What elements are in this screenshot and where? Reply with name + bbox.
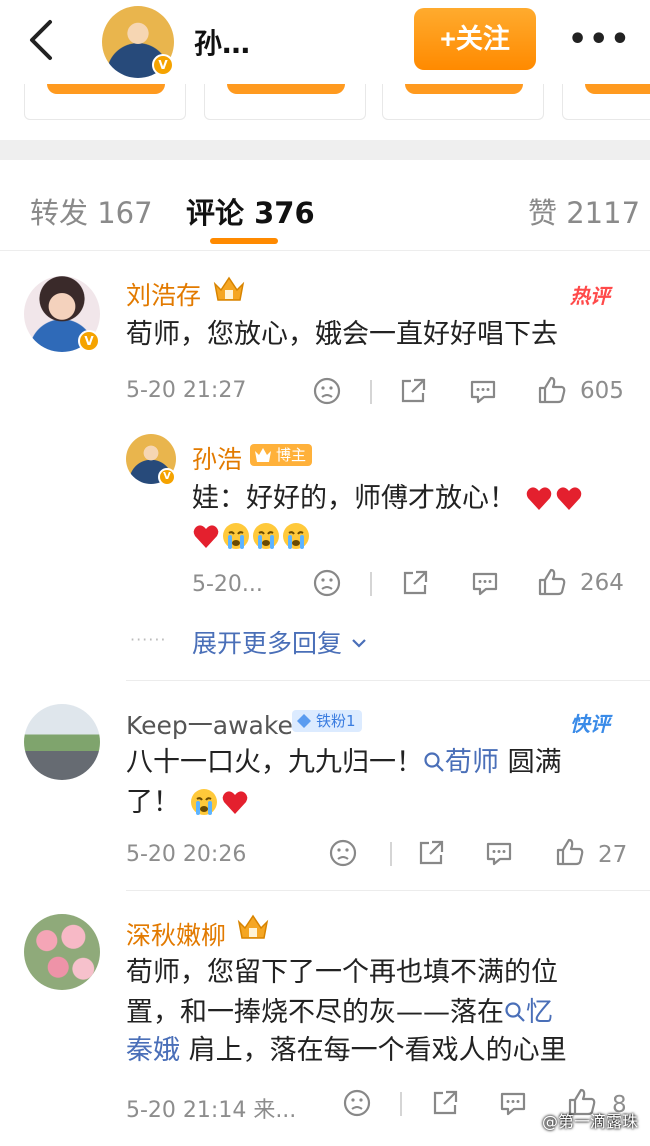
separator (370, 572, 372, 596)
dislike-face-icon[interactable] (328, 838, 358, 868)
comment-text: 荀师，您放心，娥会一直好好唱下去 (126, 319, 558, 350)
more-dots-icon[interactable]: ••• (568, 22, 632, 57)
verified-badge-icon: V (158, 468, 176, 486)
search-link-label: 忆 (526, 997, 553, 1028)
like-thumb-icon[interactable] (536, 566, 568, 598)
expand-dots: ······ (130, 630, 167, 649)
top-bar: V 孙… +关注 ••• (0, 0, 650, 84)
reply-text: 娃：好好的，师傅才放心！ (192, 478, 583, 519)
tab-divider (0, 250, 650, 251)
divider (126, 680, 650, 681)
tab-like[interactable]: 赞 2117 (528, 190, 640, 232)
comment-icon[interactable] (468, 376, 498, 406)
avatar[interactable] (24, 914, 100, 990)
tab-comment[interactable]: 评论 376 (186, 190, 315, 232)
crying-emoji-icon (193, 523, 309, 549)
comment-text-part: 了！ (126, 787, 180, 818)
like-count: 264 (580, 570, 624, 596)
like-thumb-icon[interactable] (536, 374, 568, 406)
tab-repost[interactable]: 转发 167 (30, 190, 153, 232)
crying-emoji-icon (190, 789, 247, 815)
tab-active-indicator (210, 238, 278, 244)
separator (370, 380, 372, 404)
separator (390, 842, 392, 866)
fan-badge: 铁粉1 (292, 710, 362, 732)
comment-text-part: 八十一口火，九九归一！ (126, 747, 423, 778)
share-icon[interactable] (416, 838, 446, 868)
share-icon[interactable] (430, 1088, 460, 1118)
comment-icon[interactable] (484, 838, 514, 868)
chevron-left-icon[interactable] (22, 18, 62, 62)
share-icon[interactable] (398, 376, 428, 406)
share-icon[interactable] (400, 568, 430, 598)
verified-badge-icon: V (152, 54, 174, 76)
comment-time: 5-20 21:27 (126, 378, 247, 403)
comment-text-line3: 秦娥 肩上，落在每一个看戏人的心里 (126, 1030, 567, 1071)
comment-text-part: 圆满 (499, 747, 562, 778)
reply-time: 5-20... (192, 572, 263, 597)
comment-text-part: 置，和一捧烧不尽的灰——落在 (126, 997, 504, 1028)
fan-badge-label: 铁粉1 (316, 712, 356, 730)
watermark: @第一滴露珠 (541, 1112, 638, 1131)
commenter-name[interactable]: 深秋嫩柳 (126, 916, 226, 952)
crown-icon (255, 448, 271, 462)
dislike-face-icon[interactable] (312, 376, 342, 406)
expand-replies-label: 展开更多回复 (192, 629, 343, 658)
heart-emoji-icon (526, 487, 581, 510)
verified-badge-icon: V (78, 330, 100, 352)
reply-author-name[interactable]: 孙浩 (192, 440, 242, 476)
card-4[interactable] (562, 84, 650, 120)
comment-time: 5-20 20:26 (126, 842, 247, 867)
hot-comment-tag: 热评 (570, 284, 610, 308)
search-link-continued[interactable]: 秦娥 (126, 1035, 180, 1066)
comment-text: 八十一口火，九九归一！ 荀师 圆满 (126, 742, 626, 783)
comment-icon[interactable] (498, 1088, 528, 1118)
search-link[interactable]: 荀师 (423, 747, 499, 778)
comment-time: 5-20 21:14 来... (126, 1098, 297, 1123)
commenter-name[interactable]: Keep一awake (126, 706, 293, 742)
search-icon (424, 752, 444, 772)
commenter-name[interactable]: 刘浩存 (126, 276, 201, 312)
author-badge-label: 博主 (276, 446, 307, 464)
like-thumb-icon[interactable] (554, 836, 586, 868)
reply-text-line1: 娃：好好的，师傅才放心！ (192, 483, 516, 514)
search-link-label: 荀师 (445, 747, 499, 778)
crown-icon (237, 914, 269, 939)
card-2[interactable] (204, 84, 366, 120)
avatar[interactable] (24, 704, 100, 780)
crown-icon (213, 276, 245, 301)
reply-emoji-line (192, 516, 316, 557)
author-badge: 博主 (250, 444, 313, 466)
fast-comment-tag: 快评 (570, 712, 610, 736)
follow-button[interactable]: +关注 (414, 8, 536, 70)
section-gap (0, 140, 650, 160)
user-name[interactable]: 孙… (194, 22, 250, 62)
separator (400, 1092, 402, 1116)
search-icon (505, 1002, 525, 1022)
search-link[interactable]: 忆 (504, 997, 553, 1028)
comment-text-line2: 置，和一捧烧不尽的灰——落在忆 (126, 992, 553, 1033)
cards-row (0, 84, 650, 124)
divider (126, 890, 650, 891)
dislike-face-icon[interactable] (342, 1088, 372, 1118)
expand-replies-link[interactable]: 展开更多回复 (192, 624, 368, 660)
comment-text: 荀师，您留下了一个再也填不满的位 (126, 957, 558, 988)
card-1[interactable] (24, 84, 186, 120)
comment-text-line2: 了！ (126, 782, 253, 823)
like-count: 605 (580, 378, 624, 404)
diamond-icon (297, 714, 311, 728)
comment-text-part: 肩上，落在每一个看戏人的心里 (180, 1035, 567, 1066)
dislike-face-icon[interactable] (312, 568, 342, 598)
card-3[interactable] (382, 84, 544, 120)
like-count: 27 (598, 842, 628, 868)
comment-icon[interactable] (470, 568, 500, 598)
chevron-down-icon (352, 639, 366, 648)
